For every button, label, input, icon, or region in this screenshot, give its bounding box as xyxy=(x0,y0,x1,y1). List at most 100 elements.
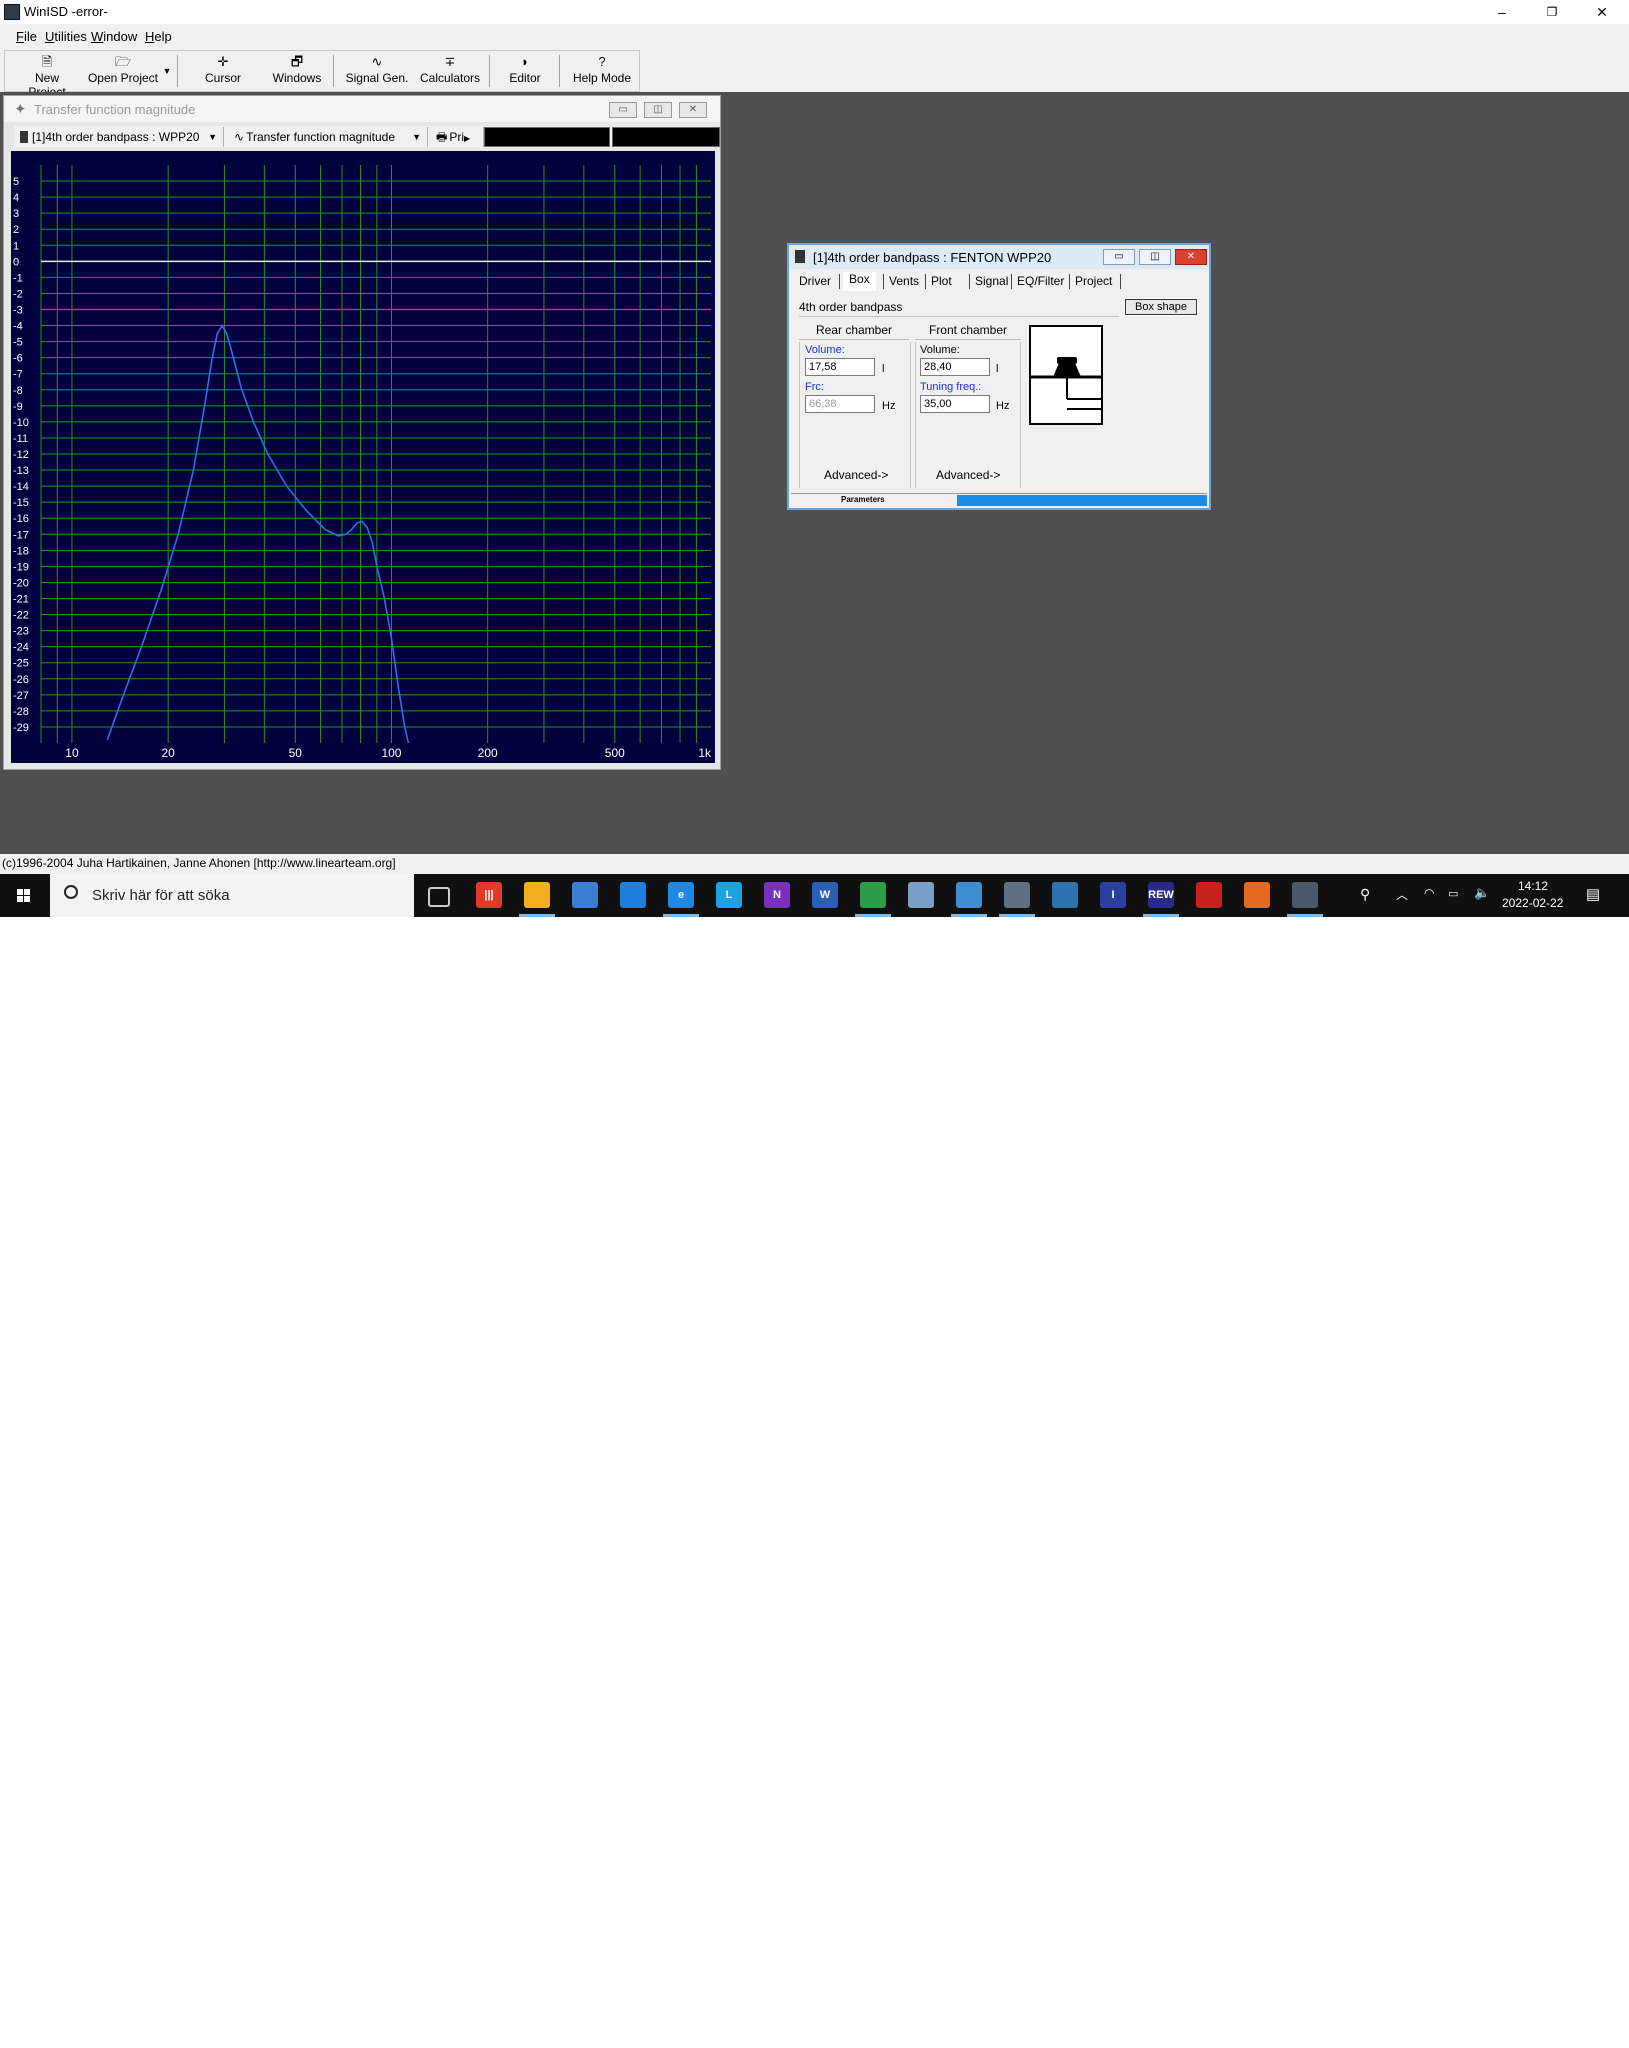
calculator-icon[interactable] xyxy=(1052,882,1078,908)
chevron-down-icon: ▼ xyxy=(208,132,217,142)
l-app-icon[interactable]: L xyxy=(716,882,742,908)
photos-icon[interactable] xyxy=(956,882,982,908)
rear-advanced-link[interactable]: Advanced-> xyxy=(824,468,888,482)
signal-gen-icon: ∿ xyxy=(371,54,383,69)
clock-date[interactable]: 2022-02-22 xyxy=(1502,896,1563,910)
tab-signal[interactable]: Signal xyxy=(975,274,1008,288)
open-project-button[interactable]: 🗁 Open Project xyxy=(87,53,159,89)
y-tick-label: -29 xyxy=(13,722,29,734)
bandpass-box-diagram xyxy=(1029,325,1103,425)
project-select[interactable]: [1]4th order bandpass : WPP20 ▼ xyxy=(14,127,224,147)
progress-bar xyxy=(957,495,1207,506)
box-window-title-bar[interactable]: [1]4th order bandpass : FENTON WPP20 ▭ ◫… xyxy=(789,245,1209,269)
clock-time[interactable]: 14:12 xyxy=(1518,879,1548,893)
tab-box[interactable]: Box xyxy=(843,272,876,291)
plot-background xyxy=(11,151,715,763)
chrome-icon[interactable] xyxy=(860,882,886,908)
toolbar: 🗎 New Project 🗁 Open Project ▼ ✛ Cursor … xyxy=(4,50,640,99)
signal-gen-button[interactable]: ∿ Signal Gen. xyxy=(343,53,411,89)
people-icon[interactable]: ⚲ xyxy=(1360,886,1370,903)
file-explorer-icon[interactable] xyxy=(524,882,550,908)
box-maximize-button[interactable]: ◫ xyxy=(1139,249,1171,265)
start-button[interactable] xyxy=(0,874,48,917)
y-tick-label: 1 xyxy=(13,240,19,252)
rew-icon[interactable]: REW xyxy=(1148,882,1174,908)
plot-window-title-bar[interactable]: ✦ Transfer function magnitude ▭ ◫ ✕ xyxy=(4,96,720,122)
wifi-icon[interactable]: ◠ xyxy=(1424,886,1434,900)
tab-separator xyxy=(969,274,970,289)
paint-icon[interactable] xyxy=(908,882,934,908)
onenote-icon[interactable]: N xyxy=(764,882,790,908)
box-close-button[interactable]: ✕ xyxy=(1175,249,1207,265)
winisd-icon[interactable] xyxy=(1292,882,1318,908)
windows-button[interactable]: 🗗 Windows xyxy=(267,53,327,89)
y-tick-label: 0 xyxy=(13,256,19,268)
menu-window[interactable]: Window xyxy=(91,29,137,44)
tab-driver[interactable]: Driver xyxy=(799,274,831,288)
transfer-function-plot[interactable]: 543210-1-2-3-4-5-6-7-8-9-10-11-12-13-14-… xyxy=(11,151,715,763)
x-tick-label: 100 xyxy=(381,746,401,760)
rear-chamber-header: Rear chamber xyxy=(799,321,909,340)
tab-vents[interactable]: Vents xyxy=(889,274,919,288)
rear-volume-field[interactable]: 17,58 xyxy=(805,358,875,376)
battery-icon[interactable]: ▭ xyxy=(1448,887,1458,900)
store-icon[interactable] xyxy=(572,882,598,908)
tab-eq-filter[interactable]: EQ/Filter xyxy=(1017,274,1064,288)
y-tick-label: -13 xyxy=(13,465,29,477)
box-parameters-window[interactable]: [1]4th order bandpass : FENTON WPP20 ▭ ◫… xyxy=(787,243,1211,510)
box-shape-button[interactable]: Box shape xyxy=(1124,298,1198,316)
firefox-icon[interactable] xyxy=(1244,882,1270,908)
y-tick-label: -23 xyxy=(13,626,29,638)
tab-project[interactable]: Project xyxy=(1075,274,1112,288)
y-tick-label: -16 xyxy=(13,513,29,525)
tab-plot[interactable]: Plot xyxy=(931,274,952,288)
i-app-icon[interactable]: I xyxy=(1100,882,1126,908)
box-minimize-button[interactable]: ▭ xyxy=(1103,249,1135,265)
tab-separator xyxy=(1011,274,1012,289)
chevron-up-icon[interactable]: ︿ xyxy=(1396,886,1408,903)
menu-file[interactable]: File xyxy=(16,29,37,44)
acrobat-icon[interactable] xyxy=(1196,882,1222,908)
cursor-icon: ✦ xyxy=(14,101,27,118)
help-mode-icon: ? xyxy=(598,54,606,69)
running-indicator xyxy=(999,914,1035,917)
taskbar-search-box[interactable]: Skriv här för att söka xyxy=(50,874,414,917)
close-button[interactable]: ✕ xyxy=(1577,0,1627,24)
maximize-button[interactable]: ❐ xyxy=(1527,0,1577,24)
window-title: WinISD -error- xyxy=(24,4,108,19)
rear-volume-label: Volume: xyxy=(805,344,845,356)
red-app-icon[interactable]: ||| xyxy=(476,882,502,908)
print-button[interactable]: 🖶 Pri▶ xyxy=(432,127,484,147)
chevron-down-icon: ▼ xyxy=(412,132,421,142)
plot-close-button[interactable]: ✕ xyxy=(679,102,707,118)
windows-logo-icon xyxy=(17,889,30,902)
mail-icon[interactable] xyxy=(620,882,646,908)
transfer-function-window[interactable]: ✦ Transfer function magnitude ▭ ◫ ✕ [1]4… xyxy=(3,95,721,770)
edge-icon[interactable]: e xyxy=(668,882,694,908)
graph-type-select[interactable]: ∿ Transfer function magnitude ▼ xyxy=(228,127,428,147)
editor-button[interactable]: ◗ Editor xyxy=(499,53,551,89)
running-indicator xyxy=(855,914,891,917)
box-type-label: 4th order bandpass xyxy=(799,300,1119,317)
y-tick-label: -10 xyxy=(13,417,29,429)
front-advanced-link[interactable]: Advanced-> xyxy=(936,468,1000,482)
new-project-button[interactable]: 🗎 New Project xyxy=(15,53,79,99)
plot-maximize-button[interactable]: ◫ xyxy=(644,102,672,118)
task-view-icon[interactable] xyxy=(428,887,450,907)
notification-icon[interactable]: ▤ xyxy=(1586,885,1600,903)
calculators-button[interactable]: ∓ Calculators xyxy=(417,53,483,89)
y-tick-label: -1 xyxy=(13,272,23,284)
front-tuning-field[interactable]: 35,00 xyxy=(920,395,990,413)
minimize-button[interactable]: – xyxy=(1477,0,1527,24)
disc-app-icon[interactable] xyxy=(1004,882,1030,908)
help-mode-button[interactable]: ? Help Mode xyxy=(571,53,633,89)
toolbar-separator xyxy=(559,55,560,87)
y-tick-label: 2 xyxy=(13,224,19,236)
volume-icon[interactable]: 🔈 xyxy=(1474,885,1490,901)
cursor-button[interactable]: ✛ Cursor xyxy=(195,53,251,89)
menu-help[interactable]: Help xyxy=(145,29,172,44)
word-icon[interactable]: W xyxy=(812,882,838,908)
front-volume-field[interactable]: 28,40 xyxy=(920,358,990,376)
plot-minimize-button[interactable]: ▭ xyxy=(609,102,637,118)
menu-utilities[interactable]: Utilities xyxy=(45,29,87,44)
